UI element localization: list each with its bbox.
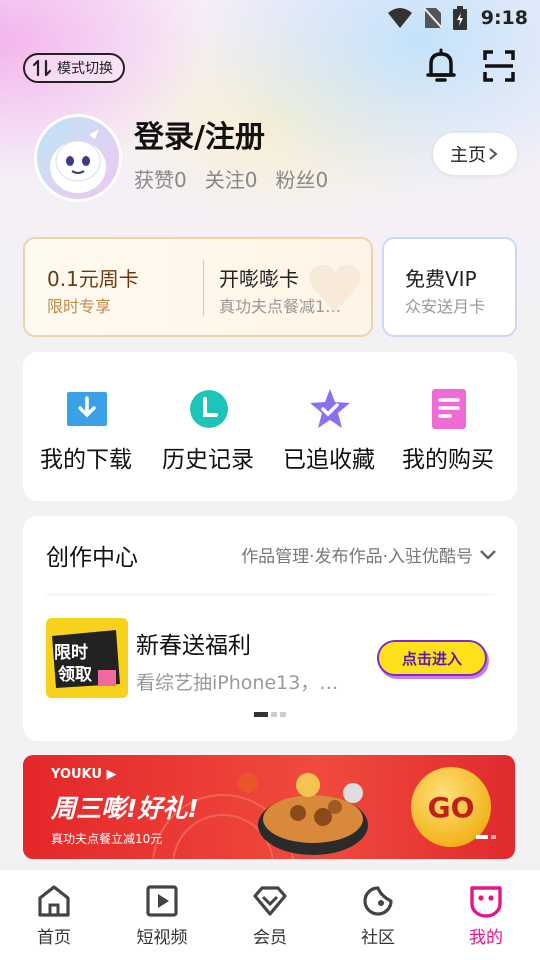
banner-title: 周三嘭!好礼! bbox=[51, 794, 199, 823]
history-label: 历史记录 bbox=[162, 447, 254, 473]
promo-subtitle: 看综艺抽iPhone13，… bbox=[136, 672, 339, 694]
tab-home-label: 首页 bbox=[37, 928, 71, 948]
promo-enter-button[interactable]: 点击进入 bbox=[377, 640, 487, 676]
profile-stats: 获赞0 关注0 粉丝0 bbox=[134, 164, 328, 193]
quick-actions-panel: 我的下载 历史记录 已追收藏 我的购买 bbox=[23, 352, 517, 501]
tab-mine[interactable]: 我的 bbox=[432, 870, 540, 960]
tab-home[interactable]: 首页 bbox=[0, 870, 108, 960]
promo-thumb-text-2: 领取 bbox=[58, 665, 92, 685]
scan-icon[interactable] bbox=[483, 50, 515, 82]
homepage-button-label: 主页 bbox=[450, 145, 486, 166]
bell-icon[interactable] bbox=[423, 48, 459, 84]
banner-dot-active bbox=[476, 835, 488, 839]
free-vip-title: 免费VIP bbox=[405, 267, 477, 291]
carousel-dot-active bbox=[254, 712, 268, 717]
switch-arrows-icon bbox=[33, 59, 51, 77]
battery-icon bbox=[452, 6, 467, 30]
avatar-mascot-icon bbox=[50, 129, 106, 193]
login-register-link[interactable]: 登录/注册 bbox=[134, 112, 265, 156]
my-downloads-button[interactable]: 我的下载 bbox=[26, 352, 146, 501]
carousel-dot bbox=[271, 712, 277, 717]
creation-center-panel: 创作中心 作品管理·发布作品·入驻优酷号 限时 领取 新春送福利 看综艺抽iPh… bbox=[23, 516, 517, 741]
home-icon bbox=[38, 885, 70, 917]
avatar[interactable] bbox=[34, 114, 122, 202]
banner-subtitle: 真功夫点餐立减10元 bbox=[51, 832, 163, 846]
favorites-label: 已追收藏 bbox=[283, 447, 375, 473]
tab-vip[interactable]: 会员 bbox=[216, 870, 324, 960]
banner-go-label: GO bbox=[427, 790, 475, 824]
short-video-icon bbox=[146, 885, 178, 917]
promo-title[interactable]: 新春送福利 bbox=[136, 626, 251, 660]
history-button[interactable]: 历史记录 bbox=[148, 352, 268, 501]
community-icon bbox=[363, 886, 393, 916]
tab-short-video-label: 短视频 bbox=[136, 928, 188, 948]
download-icon bbox=[67, 392, 107, 426]
tab-mine-label: 我的 bbox=[469, 928, 503, 948]
homepage-button[interactable]: 主页 bbox=[433, 133, 517, 175]
card-divider bbox=[203, 260, 204, 316]
favorite-star-icon bbox=[310, 389, 350, 428]
week-card-title: 0.1元周卡 bbox=[47, 267, 139, 291]
divider bbox=[46, 594, 494, 595]
mine-icon bbox=[470, 886, 502, 918]
week-card-subtitle: 限时专享 bbox=[47, 297, 112, 316]
following-stat[interactable]: 关注0 bbox=[205, 164, 258, 193]
tab-community-label: 社区 bbox=[361, 928, 395, 948]
heart-watermark-icon bbox=[309, 265, 361, 313]
banner-dot bbox=[491, 835, 496, 839]
history-icon bbox=[190, 390, 228, 428]
creation-center-links[interactable]: 作品管理·发布作品·入驻优酷号 bbox=[241, 542, 497, 567]
status-time: 9:18 bbox=[480, 7, 528, 29]
fans-stat[interactable]: 粉丝0 bbox=[275, 164, 328, 193]
chevron-down-icon bbox=[480, 549, 496, 560]
my-purchases-button[interactable]: 我的购买 bbox=[388, 352, 508, 501]
free-vip-subtitle: 众安送月卡 bbox=[405, 297, 486, 316]
wifi-icon bbox=[387, 8, 412, 28]
tab-community[interactable]: 社区 bbox=[324, 870, 432, 960]
favorites-button[interactable]: 已追收藏 bbox=[269, 352, 389, 501]
mode-switch-button[interactable]: 模式切换 bbox=[23, 53, 125, 83]
bottom-tab-bar: 首页 短视频 会员 社区 我的 bbox=[0, 869, 540, 960]
carousel-indicator bbox=[254, 712, 286, 717]
promo-enter-label: 点击进入 bbox=[401, 649, 462, 668]
my-downloads-label: 我的下载 bbox=[40, 447, 132, 473]
duo-card-title: 开嘭嘭卡 bbox=[219, 267, 299, 291]
free-vip-card[interactable]: 免费VIP 众安送月卡 bbox=[382, 237, 517, 337]
promo-thumbnail[interactable]: 限时 领取 bbox=[46, 618, 128, 698]
banner-carousel-indicator bbox=[476, 835, 496, 839]
promo-banner[interactable]: YOUKU ▶ 周三嘭!好礼! 真功夫点餐立减10元 GO bbox=[23, 755, 515, 859]
purchase-icon bbox=[432, 389, 466, 429]
carousel-dot bbox=[280, 712, 286, 717]
creation-center-title: 创作中心 bbox=[46, 545, 138, 571]
likes-stat[interactable]: 获赞0 bbox=[134, 164, 187, 193]
membership-cards: 0.1元周卡 限时专享 开嘭嘭卡 真功夫点餐减1… bbox=[23, 237, 373, 337]
tab-vip-label: 会员 bbox=[253, 928, 287, 948]
no-sim-icon bbox=[422, 7, 443, 29]
chevron-right-icon bbox=[489, 148, 498, 160]
status-bar: 9:18 bbox=[0, 0, 540, 36]
creation-links-text: 作品管理·发布作品·入驻优酷号 bbox=[241, 547, 473, 567]
tab-short-video[interactable]: 短视频 bbox=[108, 870, 216, 960]
vip-diamond-icon bbox=[253, 886, 287, 916]
banner-brand: YOUKU ▶ bbox=[51, 767, 117, 782]
duo-card[interactable]: 开嘭嘭卡 真功夫点餐减1… bbox=[207, 239, 371, 335]
my-purchases-label: 我的购买 bbox=[402, 447, 494, 473]
week-card[interactable]: 0.1元周卡 限时专享 bbox=[25, 239, 205, 335]
mode-switch-label: 模式切换 bbox=[57, 61, 113, 77]
